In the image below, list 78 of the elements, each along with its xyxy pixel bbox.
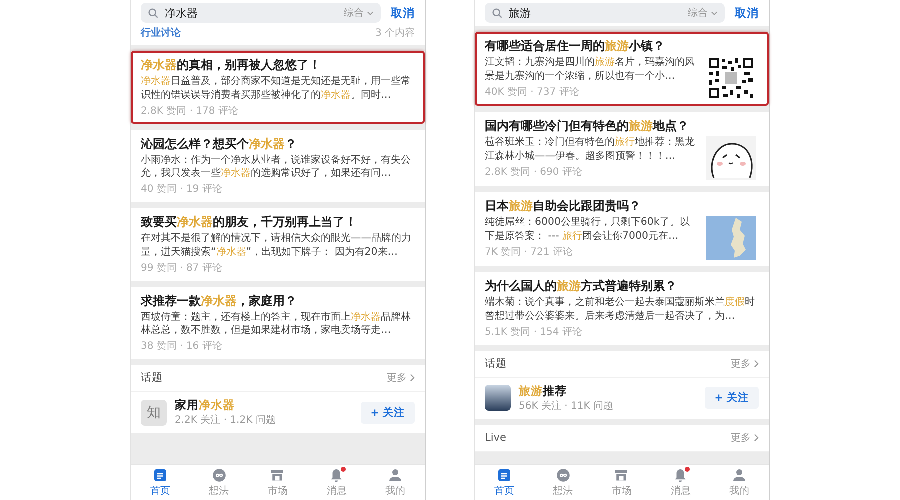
search-query: 净水器 <box>165 6 199 20</box>
more-link[interactable]: 更多 <box>387 371 415 386</box>
home-feed-icon <box>152 468 168 483</box>
result-excerpt: 江文韬：九寨沟是四川的旅游名片，玛嘉沟的风景是九寨沟的一个浓缩，所以也有一个小… <box>485 56 695 84</box>
result-excerpt: 苞谷班米玉：冷门但有特色的旅行地推荐：黑龙江森林小城——伊春。超多图预警！！！… <box>485 136 695 164</box>
bell-icon <box>329 468 344 483</box>
tab-bar-item[interactable]: 消息 <box>316 468 357 498</box>
topic-stats: 2.2K 关注 · 1.2K 问题 <box>175 414 277 428</box>
tab-bar-item[interactable]: 市场 <box>258 468 298 498</box>
result-card[interactable]: 有哪些适合居住一周的旅游小镇？ 江文韬：九寨沟是四川的旅游名片，玛嘉沟的风景是九寨沟的一个浓缩，所以也有一个小… 40K 赞同 · 737 评论 <box>475 32 769 106</box>
infinity-circle-icon <box>556 468 571 483</box>
result-stats: 40K 赞同 · 737 评论 <box>485 86 580 99</box>
follow-button[interactable]: 关注 <box>361 402 415 424</box>
infinity-circle-icon <box>212 468 227 483</box>
result-excerpt: 净水器日益普及，部分商家不知道是无知还是无耻，用一些常识性的错误误导消费者买那些被神化了的净水器。同时… <box>141 75 412 103</box>
result-excerpt: 西坡侍童：题主，还有楼上的答主，现在市面上净水器品牌林林总总，数不胜数，但是如果建材市场，家电卖场等走… <box>141 310 412 338</box>
chevron-right-icon <box>410 374 415 382</box>
search-field[interactable]: 净水器 综合 <box>141 3 381 23</box>
chevron-down-icon <box>711 10 718 16</box>
person-icon <box>388 468 404 483</box>
result-excerpt: 在对其不是很了解的情况下，请相信大众的眼光——品牌的力量，进天猫搜索“净水器”，出现如下牌子： 因为有20来… <box>141 232 412 260</box>
person-icon <box>732 468 748 483</box>
chevron-down-icon <box>367 10 374 16</box>
topic-name[interactable]: 家用净水器 <box>175 398 353 414</box>
result-title: 日本旅游自助会比跟团贵吗？ <box>485 198 642 215</box>
cancel-button[interactable]: 取消 <box>391 6 415 20</box>
result-stats: 7K 赞同 · 721 评论 <box>485 246 574 259</box>
result-excerpt: 小雨净水：作为一个净水从业者，说谁家设备好不好，有失公允，我只发表一些净水器的选购常识好了，如果还有问… <box>141 154 412 182</box>
sort-dropdown[interactable]: 综合 <box>688 6 718 20</box>
topics-heading: 话题 <box>141 371 163 386</box>
cancel-button[interactable]: 取消 <box>735 6 759 20</box>
tab-bar-item[interactable]: 我的 <box>376 468 416 498</box>
result-stats: 40 赞同 · 19 评论 <box>141 183 224 196</box>
result-title: 沁园怎么样？想买个净水器？ <box>141 136 298 153</box>
result-stats: 38 赞同 · 16 评论 <box>141 340 224 354</box>
result-stats: 5.1K 赞同 · 154 评论 <box>485 326 584 339</box>
more-link[interactable]: 更多 <box>731 430 759 445</box>
section-title: 行业讨论 <box>141 26 181 40</box>
search-icon <box>492 8 503 18</box>
store-icon <box>614 468 630 483</box>
bell-icon <box>673 468 688 483</box>
tab-bar-item[interactable]: 首页 <box>140 468 180 498</box>
result-excerpt: 纯徒屌丝：6000公里骑行，只剩下60k了。以下是原答案： --- 旅行团会让你7000元在… <box>485 216 691 244</box>
tab-bar-item[interactable]: 我的 <box>720 468 760 498</box>
result-title: 有哪些适合居住一周的旅游小镇？ <box>485 38 666 55</box>
tab-bar-item[interactable]: 市场 <box>602 468 642 498</box>
search-field[interactable]: 旅游 综合 <box>485 3 725 23</box>
topics-heading: 话题 <box>485 356 507 371</box>
result-title: 国内有哪些冷门但有特色的旅游地点？ <box>485 118 690 135</box>
tab-bar-item[interactable]: 想法 <box>543 468 584 498</box>
content-count: 3 个内容 <box>375 26 415 40</box>
more-link[interactable]: 更多 <box>731 356 759 371</box>
tab-bar-item[interactable]: 想法 <box>199 468 240 498</box>
plus-icon <box>371 408 379 417</box>
topic-avatar: 知 <box>141 400 167 426</box>
topic-stats: 56K 关注 · 11K 问题 <box>519 400 614 413</box>
follow-button[interactable]: 关注 <box>705 387 759 410</box>
live-heading: Live <box>485 432 506 444</box>
store-icon <box>270 468 286 483</box>
result-title: 为什么国人的旅游方式普遍特别累？ <box>485 278 678 295</box>
result-card[interactable]: 净水器的真相，别再被人忽悠了！ 净水器日益普及，部分商家不知道是无知还是无耻，用一些常识性的错误误导消费者买那些被神化了的净水器。同时… 2.8K 赞同 · 178 评论 <box>131 51 425 124</box>
sort-dropdown[interactable]: 综合 <box>344 6 374 20</box>
chevron-right-icon <box>754 360 759 368</box>
tab-bar-item[interactable]: 首页 <box>484 468 524 498</box>
topic-name[interactable]: 旅游推荐 <box>519 384 697 399</box>
result-title: 净水器的真相，别再被人忽悠了！ <box>141 57 322 74</box>
chevron-right-icon <box>754 434 759 442</box>
search-icon <box>148 8 159 18</box>
result-title: 求推荐一款净水器，家庭用？ <box>141 292 298 310</box>
tab-bar-item[interactable]: 消息 <box>660 468 701 498</box>
home-feed-icon <box>496 468 512 483</box>
result-title: 致要买净水器的朋友，千万别再上当了！ <box>141 214 358 232</box>
result-stats: 2.8K 赞同 · 178 评论 <box>141 104 240 118</box>
search-query: 旅游 <box>509 6 532 20</box>
result-excerpt: 端木菊：说个真事，之前和老公一起去泰国蔻丽斯米兰度假时曾想过带公公婆婆来。后来考虑清楚后一起否决了，为… <box>485 296 756 324</box>
plus-icon <box>715 394 723 402</box>
result-stats: 99 赞同 · 87 评论 <box>141 262 224 275</box>
result-stats: 2.8K 赞同 · 690 评论 <box>485 166 584 179</box>
